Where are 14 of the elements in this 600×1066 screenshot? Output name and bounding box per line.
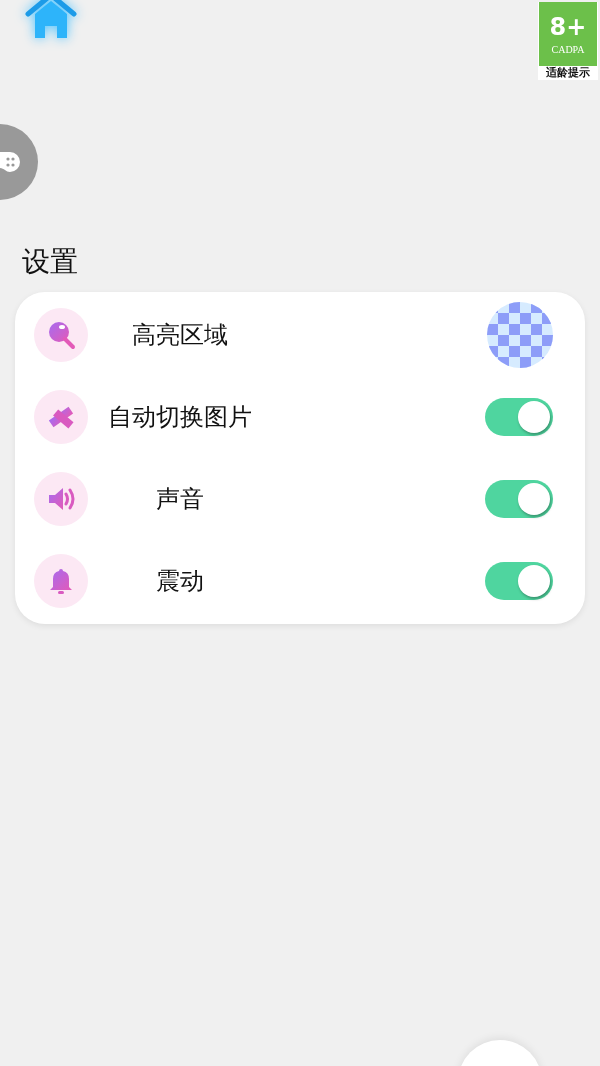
toggle-switch[interactable] [485,398,553,436]
rating-org: CADPA [551,43,585,55]
setting-label: 声音 [155,484,205,515]
setting-label: 高亮区域 [131,320,229,351]
gamepad-icon [0,152,20,172]
toggle-switch[interactable] [485,480,553,518]
setting-label: 震动 [155,566,205,597]
toggle-switch[interactable] [485,562,553,600]
section-title: 设置 [22,244,78,280]
setting-label: 自动切换图片 [107,402,253,433]
home-icon[interactable] [24,0,78,40]
rating-caption: 适龄提示 [546,66,590,80]
age-rating: 8+ [549,13,587,40]
magnifier-icon [46,320,76,350]
